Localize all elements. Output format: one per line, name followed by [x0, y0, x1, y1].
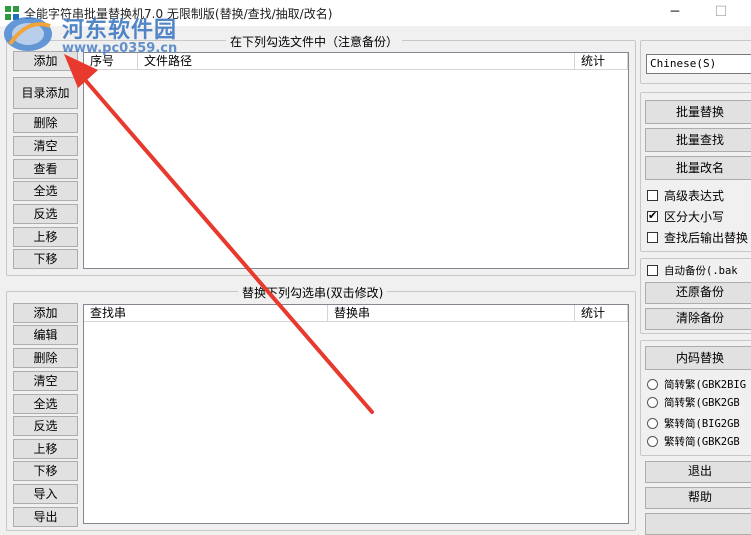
output-after-find-label: 查找后输出替换: [664, 231, 749, 245]
clear-strings-button[interactable]: 清空: [13, 371, 78, 391]
invert-files-button[interactable]: 反选: [13, 204, 78, 224]
encoding-replace-button[interactable]: 内码替换: [645, 346, 751, 370]
case-sensitive-checkbox[interactable]: [647, 209, 658, 222]
maximize-icon[interactable]: ☐: [698, 0, 744, 26]
case-sensitive-label: 区分大小写: [664, 210, 725, 224]
language-select[interactable]: Chinese(S): [646, 54, 751, 74]
move-string-down-button[interactable]: 下移: [13, 461, 78, 481]
big2gb-label: 繁转简(BIG2GB: [664, 418, 740, 430]
gbk2gb-simp-radio[interactable]: [647, 436, 658, 447]
files-list[interactable]: 序号 文件路径 统计: [83, 52, 629, 269]
auto-backup-label: 自动备份(.bak: [664, 265, 738, 277]
batch-replace-button[interactable]: 批量替换: [645, 100, 751, 124]
batch-find-button[interactable]: 批量查找: [645, 128, 751, 152]
select-all-files-button[interactable]: 全选: [13, 181, 78, 201]
gbk2big-label: 简转繁(GBK2BIG: [664, 379, 747, 391]
column-header-replace[interactable]: 替换串: [328, 305, 575, 322]
files-group-title: 在下列勾选文件中（注意备份）: [226, 33, 403, 50]
view-file-button[interactable]: 查看: [13, 159, 78, 179]
watermark-logo-icon: [4, 17, 52, 51]
column-header-string-count[interactable]: 统计: [575, 305, 628, 322]
watermark-url: www.pc0359.cn: [62, 41, 178, 56]
add-string-button[interactable]: 添加: [13, 303, 78, 323]
delete-string-button[interactable]: 删除: [13, 348, 78, 368]
gbk2gb-trad-label: 简转繁(GBK2GB: [664, 397, 740, 409]
output-after-find-checkbox[interactable]: [647, 232, 658, 243]
partial-button[interactable]: [645, 513, 751, 535]
move-file-up-button[interactable]: 上移: [13, 227, 78, 247]
watermark-site-name: 河东软件园: [62, 18, 178, 43]
big2gb-radio[interactable]: [647, 418, 658, 429]
column-header-file-path[interactable]: 文件路径: [138, 53, 575, 70]
column-header-find[interactable]: 查找串: [84, 305, 328, 322]
exit-button[interactable]: 退出: [645, 461, 751, 483]
restore-backup-button[interactable]: 还原备份: [645, 282, 751, 304]
batch-rename-button[interactable]: 批量改名: [645, 156, 751, 180]
gbk2gb-trad-radio[interactable]: [647, 397, 658, 408]
add-directory-button[interactable]: 目录添加: [13, 77, 78, 109]
gbk2gb-simp-label: 繁转简(GBK2GB: [664, 436, 740, 448]
delete-file-button[interactable]: 删除: [13, 113, 78, 133]
strings-list[interactable]: 查找串 替换串 统计: [83, 304, 629, 524]
column-header-count[interactable]: 统计: [575, 53, 628, 70]
gbk2big-radio[interactable]: [647, 379, 658, 390]
move-string-up-button[interactable]: 上移: [13, 439, 78, 459]
help-button[interactable]: 帮助: [645, 487, 751, 509]
replace-group-title: 替换下列勾选串(双击修改): [238, 284, 388, 301]
regex-checkbox[interactable]: [647, 190, 658, 201]
edit-string-button[interactable]: 编辑: [13, 325, 78, 345]
clear-backup-button[interactable]: 清除备份: [645, 308, 751, 330]
minimize-icon[interactable]: ─: [652, 0, 698, 26]
import-button[interactable]: 导入: [13, 484, 78, 504]
clear-files-button[interactable]: 清空: [13, 136, 78, 156]
select-all-strings-button[interactable]: 全选: [13, 394, 78, 414]
auto-backup-checkbox[interactable]: [647, 265, 658, 276]
regex-label: 高级表达式: [664, 189, 725, 203]
move-file-down-button[interactable]: 下移: [13, 249, 78, 269]
invert-strings-button[interactable]: 反选: [13, 416, 78, 436]
export-button[interactable]: 导出: [13, 507, 78, 527]
